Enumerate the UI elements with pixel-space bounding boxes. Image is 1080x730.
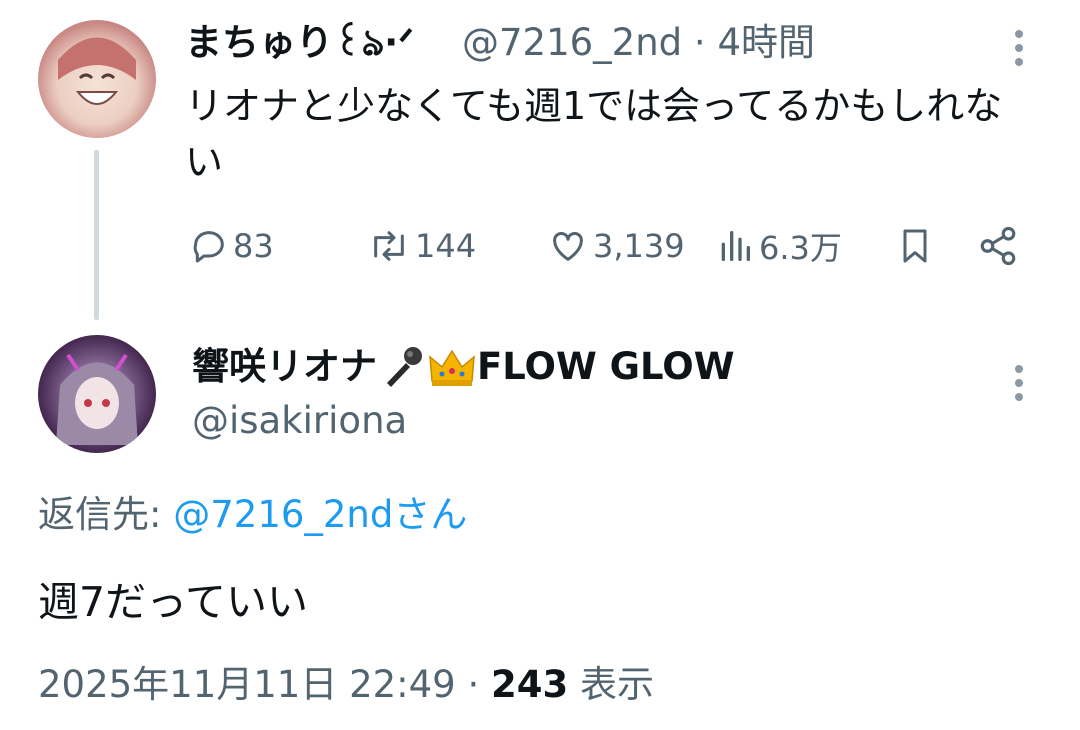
tweet-time[interactable]: 4時間	[717, 21, 815, 64]
microphone-icon	[387, 347, 422, 387]
author-handle[interactable]: @7216_2nd	[462, 21, 682, 64]
reply-count: 83	[233, 227, 274, 265]
name-suffix: FLOW GLOW	[477, 345, 735, 388]
avatar-character-icon	[56, 353, 138, 445]
meta-separator: ·	[693, 21, 706, 64]
author-name[interactable]: まちゅり꒰ঌ·ᐟ	[185, 18, 414, 68]
author-name[interactable]: 響咲リオナ FLOW GLOW	[192, 340, 735, 394]
avatar[interactable]	[38, 20, 156, 138]
like-button[interactable]: 3,139	[547, 222, 685, 270]
footer-separator: ·	[467, 663, 480, 706]
bookmark-icon	[903, 229, 927, 263]
view-count: 243	[491, 663, 569, 706]
views-icon	[721, 231, 750, 261]
reply-to-link[interactable]: @7216_2ndさん	[173, 493, 467, 536]
timestamp[interactable]: 2025年11月11日 22:49	[38, 663, 456, 706]
bookmark-button[interactable]	[895, 222, 935, 270]
thread-connector	[94, 150, 99, 320]
like-count: 3,139	[593, 227, 685, 265]
reply-button[interactable]: 83	[189, 222, 274, 270]
tweet-meta: @7216_2nd · 4時間	[462, 18, 815, 68]
tweet-footer: 2025年11月11日 22:49 · 243 表示	[38, 658, 654, 712]
repost-button[interactable]: 144	[367, 222, 476, 270]
share-button[interactable]	[977, 222, 1019, 270]
display-name: 響咲リオナ	[192, 345, 377, 388]
repost-count: 144	[415, 227, 477, 265]
share-icon	[980, 226, 1016, 266]
tweet-text: リオナと少なくても週1では会ってるかもしれない	[185, 84, 1003, 184]
repost-icon	[374, 231, 404, 261]
view-count: 6.3万	[759, 229, 842, 267]
reply-to-line: 返信先: @7216_2ndさん	[38, 488, 467, 542]
tweet-text: 週7だっていい	[38, 578, 309, 626]
like-icon	[553, 232, 583, 261]
author-handle[interactable]: @isakiriona	[192, 396, 407, 446]
crown-icon	[429, 349, 475, 386]
avatar-face-icon	[58, 37, 136, 105]
view-label: 表示	[580, 663, 655, 706]
reply-icon	[193, 231, 224, 263]
avatar[interactable]	[38, 335, 156, 453]
tweet-actions: 83 144 3,139 6.3万	[185, 222, 1030, 270]
more-icon[interactable]	[1013, 30, 1025, 70]
views-button[interactable]: 6.3万	[715, 222, 842, 270]
more-icon[interactable]	[1013, 365, 1025, 405]
reply-to-label: 返信先:	[38, 493, 174, 536]
